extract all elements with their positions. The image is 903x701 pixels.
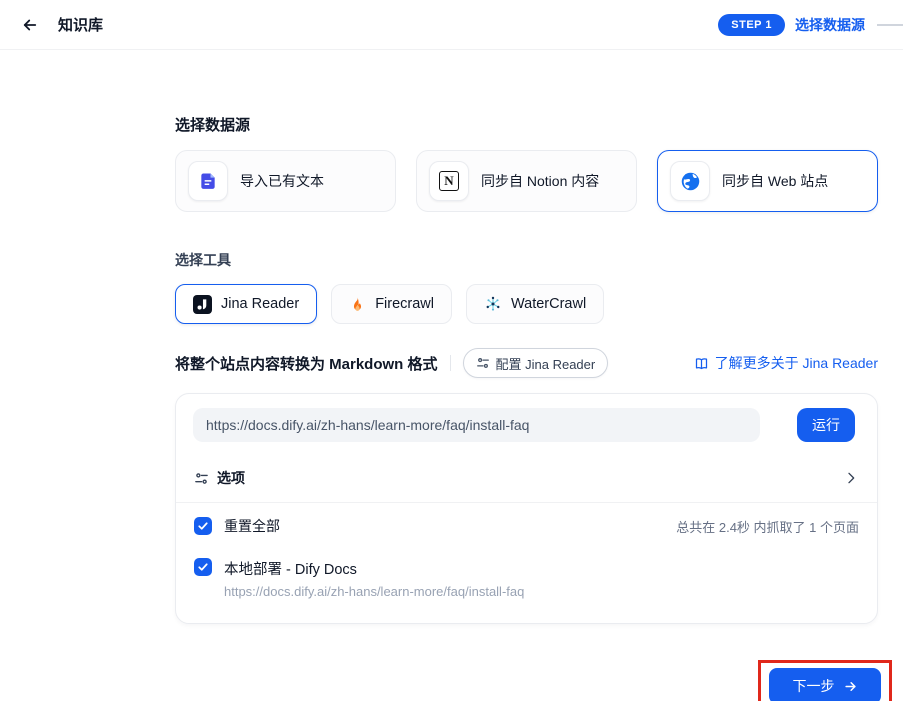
tool-selector: Jina Reader Firecrawl WaterCrawl (175, 284, 878, 324)
step-badge: STEP 1 (718, 14, 785, 36)
configure-jina-label: 配置 Jina Reader (496, 354, 596, 373)
check-icon (197, 561, 209, 573)
sliders-icon (476, 356, 490, 370)
tools-section-title: 选择工具 (175, 250, 878, 270)
learn-more-link[interactable]: 了解更多关于 Jina Reader (694, 353, 878, 373)
arrow-right-icon (843, 679, 858, 694)
tool-label: WaterCrawl (511, 296, 586, 312)
tool-label: Jina Reader (221, 296, 299, 312)
header: 知识库 STEP 1 选择数据源 (0, 0, 903, 50)
sliders-icon (194, 471, 209, 486)
configure-jina-button[interactable]: 配置 Jina Reader (463, 348, 609, 378)
crawl-result-row: 本地部署 - Dify Docs https://docs.dify.ai/zh… (176, 548, 877, 623)
datasource-card-notion[interactable]: N 同步自 Notion 内容 (416, 150, 637, 212)
globe-icon (680, 171, 701, 192)
main-content: 选择数据源 导入已有文本 N 同步自 Notion 内容 同步自 Web 站点 (175, 114, 878, 701)
datasource-section-title: 选择数据源 (175, 114, 878, 135)
crawl-summary: 总共在 2.4秒 内抓取了 1 个页面 (676, 517, 859, 536)
page-title: 知识库 (58, 14, 103, 35)
reset-all-row: 重置全部 总共在 2.4秒 内抓取了 1 个页面 (176, 503, 877, 548)
tool-jina-reader[interactable]: Jina Reader (175, 284, 317, 324)
check-icon (197, 520, 209, 532)
datasource-cards: 导入已有文本 N 同步自 Notion 内容 同步自 Web 站点 (175, 150, 878, 212)
options-label: 选项 (217, 468, 245, 488)
file-text-icon (198, 171, 218, 191)
notion-icon: N (439, 171, 459, 191)
datasource-card-text[interactable]: 导入已有文本 (175, 150, 396, 212)
result-url: https://docs.dify.ai/zh-hans/learn-more/… (224, 584, 524, 599)
run-button[interactable]: 运行 (797, 408, 855, 442)
crawler-panel: 运行 选项 重置全部 总共在 2.4秒 内抓取了 1 个页面 (175, 393, 878, 624)
network-icon (484, 295, 502, 313)
jina-icon (193, 295, 212, 314)
datasource-card-label: 导入已有文本 (240, 171, 324, 191)
tool-firecrawl[interactable]: Firecrawl (331, 284, 452, 324)
result-checkbox[interactable] (194, 558, 212, 576)
reset-all-label: 重置全部 (224, 516, 280, 536)
step-connector (877, 24, 903, 26)
next-step-label: 下一步 (793, 676, 835, 696)
reset-all-checkbox[interactable] (194, 517, 212, 535)
url-input[interactable] (193, 408, 760, 442)
datasource-card-label: 同步自 Notion 内容 (481, 171, 599, 191)
arrow-left-icon (21, 16, 39, 34)
back-button[interactable] (16, 11, 44, 39)
divider (450, 355, 451, 371)
learn-more-label: 了解更多关于 Jina Reader (715, 353, 878, 373)
step-label: 选择数据源 (795, 15, 865, 35)
tool-label: Firecrawl (375, 296, 434, 312)
crawl-heading: 将整个站点内容转换为 Markdown 格式 (175, 353, 438, 374)
flame-icon (349, 296, 366, 313)
datasource-card-label: 同步自 Web 站点 (722, 171, 828, 191)
datasource-card-web[interactable]: 同步自 Web 站点 (657, 150, 878, 212)
annotation-highlight: 下一步 (758, 660, 892, 701)
book-icon (694, 356, 709, 371)
chevron-right-icon (843, 470, 859, 486)
next-step-button[interactable]: 下一步 (769, 668, 881, 701)
tool-watercrawl[interactable]: WaterCrawl (466, 284, 604, 324)
result-title: 本地部署 - Dify Docs (224, 558, 524, 579)
options-toggle[interactable]: 选项 (176, 454, 877, 503)
